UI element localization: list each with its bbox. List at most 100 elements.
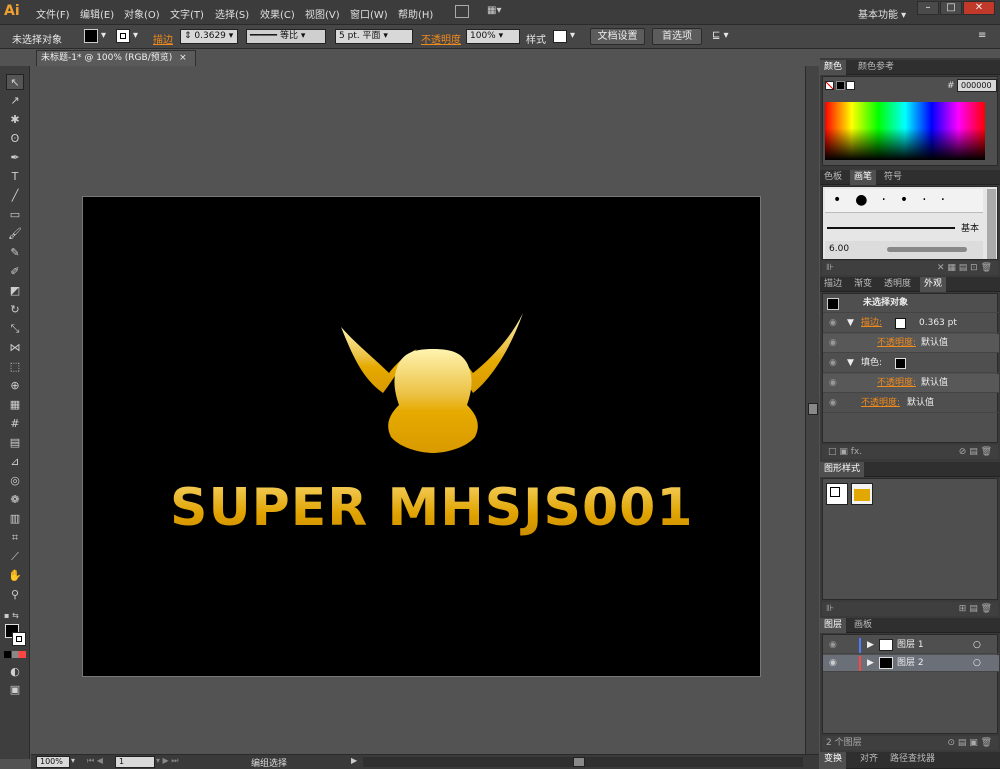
menu-object[interactable]: 对象(O) [124, 6, 160, 21]
opacity-label[interactable]: 不透明度 [421, 31, 461, 46]
close-button[interactable]: ✕ [963, 1, 995, 15]
layer-name[interactable]: 图层 1 [897, 637, 924, 654]
appearance-row-opacity[interactable]: ◉ 不透明度: 默认值 [823, 394, 999, 413]
disclosure-triangle-icon[interactable]: ▼ [847, 314, 854, 333]
tab-brushes[interactable]: 画笔 [850, 170, 877, 185]
menu-view[interactable]: 视图(V) [305, 6, 340, 21]
shape-builder-tool-icon[interactable]: ⊕ [6, 378, 24, 394]
artboard-tool-icon[interactable]: ⌗ [6, 530, 24, 546]
vertical-scrollbar[interactable] [805, 66, 819, 754]
hand-tool-icon[interactable]: ✋ [6, 568, 24, 584]
perspective-grid-tool-icon[interactable]: ▦ [6, 397, 24, 413]
stroke-weight-field[interactable]: ⇕ 0.3629 ▾ [180, 29, 238, 44]
stroke-color-box[interactable] [12, 632, 26, 646]
layer-row[interactable]: ◉ ▶ 图层 1 ○ [823, 637, 999, 654]
expand-triangle-icon[interactable]: ▶ [867, 655, 874, 672]
graph-tool-icon[interactable]: ▥ [6, 511, 24, 527]
style-dropdown-icon[interactable]: ▾ [570, 30, 575, 41]
menu-type[interactable]: 文字(T) [170, 6, 204, 21]
default-colors-icon[interactable]: ▪ ⇆ [4, 611, 19, 620]
object-opacity-label[interactable]: 不透明度: [861, 394, 900, 413]
hex-input[interactable]: 000000 [957, 79, 997, 92]
direct-selection-tool-icon[interactable]: ↗ [6, 93, 24, 109]
visibility-eye-icon[interactable]: ◉ [829, 655, 837, 672]
pen-tool-icon[interactable]: ✒ [6, 150, 24, 166]
pencil-tool-icon[interactable]: ✎ [6, 245, 24, 261]
brush-scrollbar[interactable] [987, 189, 996, 259]
stroke-opacity-label[interactable]: 不透明度: [877, 334, 916, 353]
white-swatch[interactable] [846, 81, 855, 90]
next-artboard-icon[interactable]: ▾ ▶ ⏭ [156, 756, 178, 766]
default-graphic-style[interactable] [826, 483, 848, 505]
color-mode-icons[interactable] [4, 651, 26, 658]
zoom-dropdown-icon[interactable]: ▾ [71, 756, 75, 765]
fill-attr-label[interactable]: 填色: [861, 354, 882, 373]
appearance-row-stroke-opacity[interactable]: ◉ 不透明度: 默认值 [823, 334, 999, 353]
tab-graphic-styles[interactable]: 图形样式 [820, 462, 865, 477]
blend-tool-icon[interactable]: ◎ [6, 473, 24, 489]
zoom-tool-icon[interactable]: ⚲ [6, 587, 24, 603]
visibility-eye-icon[interactable]: ◉ [829, 374, 837, 393]
workspace-switcher[interactable]: 基本功能 ▾ [858, 6, 906, 21]
appearance-row-fill-opacity[interactable]: ◉ 不透明度: 默认值 [823, 374, 999, 393]
stroke-swatch[interactable] [116, 29, 130, 43]
line-tool-icon[interactable]: ╱ [6, 188, 24, 204]
artboard[interactable] [82, 196, 761, 677]
black-swatch[interactable] [836, 81, 845, 90]
align-options-icon[interactable]: ⊑ ▾ [712, 30, 729, 41]
zoom-field[interactable]: 100% [36, 756, 70, 768]
visibility-eye-icon[interactable]: ◉ [829, 394, 837, 413]
stroke-attr-label[interactable]: 描边: [861, 314, 882, 333]
color-spectrum[interactable] [825, 102, 985, 160]
menu-help[interactable]: 帮助(H) [398, 6, 433, 21]
tab-appearance[interactable]: 外观 [920, 277, 947, 292]
fill-dropdown-icon[interactable]: ▾ [101, 30, 106, 41]
menu-file[interactable]: 文件(F) [36, 6, 70, 21]
menu-window[interactable]: 窗口(W) [350, 6, 388, 21]
tab-stroke[interactable]: 描边 [820, 277, 846, 292]
width-tool-icon[interactable]: ⋈ [6, 340, 24, 356]
brush-definition[interactable]: 5 pt. 平面 ▾ [335, 29, 413, 44]
target-circle-icon[interactable]: ○ [973, 655, 981, 672]
stroke-dropdown-icon[interactable]: ▾ [133, 30, 138, 41]
magic-wand-tool-icon[interactable]: ✱ [6, 112, 24, 128]
target-circle-icon[interactable]: ○ [973, 637, 981, 654]
visibility-eye-icon[interactable]: ◉ [829, 354, 837, 373]
expand-triangle-icon[interactable]: ▶ [867, 637, 874, 654]
helmet-logo[interactable] [333, 307, 533, 467]
gradient-tool-icon[interactable]: ▤ [6, 435, 24, 451]
tab-color-guide[interactable]: 颜色参考 [854, 60, 898, 75]
fill-attr-swatch[interactable] [895, 358, 906, 369]
opacity-field[interactable]: 100% ▾ [466, 29, 520, 44]
menu-effect[interactable]: 效果(C) [260, 6, 295, 21]
fill-opacity-label[interactable]: 不透明度: [877, 374, 916, 393]
styles-library-icon[interactable]: ⊪ [822, 604, 834, 614]
document-setup-button[interactable]: 文档设置 [590, 28, 645, 45]
lasso-tool-icon[interactable]: ʘ [6, 131, 24, 147]
visibility-eye-icon[interactable]: ◉ [829, 334, 837, 353]
maximize-button[interactable]: □ [940, 1, 962, 15]
slice-tool-icon[interactable]: ⟋ [6, 549, 24, 565]
tab-gradient[interactable]: 渐变 [850, 277, 876, 292]
appearance-footer-icons[interactable]: □ ▣ fx. [822, 447, 862, 457]
stroke-label[interactable]: 描边 [153, 31, 173, 46]
arrange-docs-icon[interactable]: ▦▾ [487, 5, 507, 18]
menu-edit[interactable]: 编辑(E) [80, 6, 114, 21]
layer-name[interactable]: 图层 2 [897, 655, 924, 672]
blob-brush-tool-icon[interactable]: ✐ [6, 264, 24, 280]
gold-graphic-style[interactable] [851, 483, 873, 505]
horizontal-scrollbar[interactable] [363, 757, 803, 767]
brush-row[interactable]: 6.00 [825, 241, 983, 259]
type-tool-icon[interactable]: T [6, 169, 24, 185]
vertical-scroll-thumb[interactable] [808, 403, 818, 415]
brush-presets[interactable]: •●·•·· [825, 189, 983, 213]
tab-color[interactable]: 颜色 [820, 60, 847, 75]
document-tab[interactable]: 未标题-1* @ 100% (RGB/预览) × [36, 50, 196, 66]
visibility-eye-icon[interactable]: ◉ [829, 637, 837, 654]
visibility-eye-icon[interactable]: ◉ [829, 314, 837, 333]
tab-swatches[interactable]: 色板 [820, 170, 846, 185]
layer-row-selected[interactable]: ◉ ▶ 图层 2 ○ [823, 655, 999, 672]
selection-tool-icon[interactable]: ↖ [6, 74, 24, 90]
screen-mode-icon[interactable]: ▣ [6, 682, 24, 698]
close-tab-icon[interactable]: × [179, 53, 187, 63]
